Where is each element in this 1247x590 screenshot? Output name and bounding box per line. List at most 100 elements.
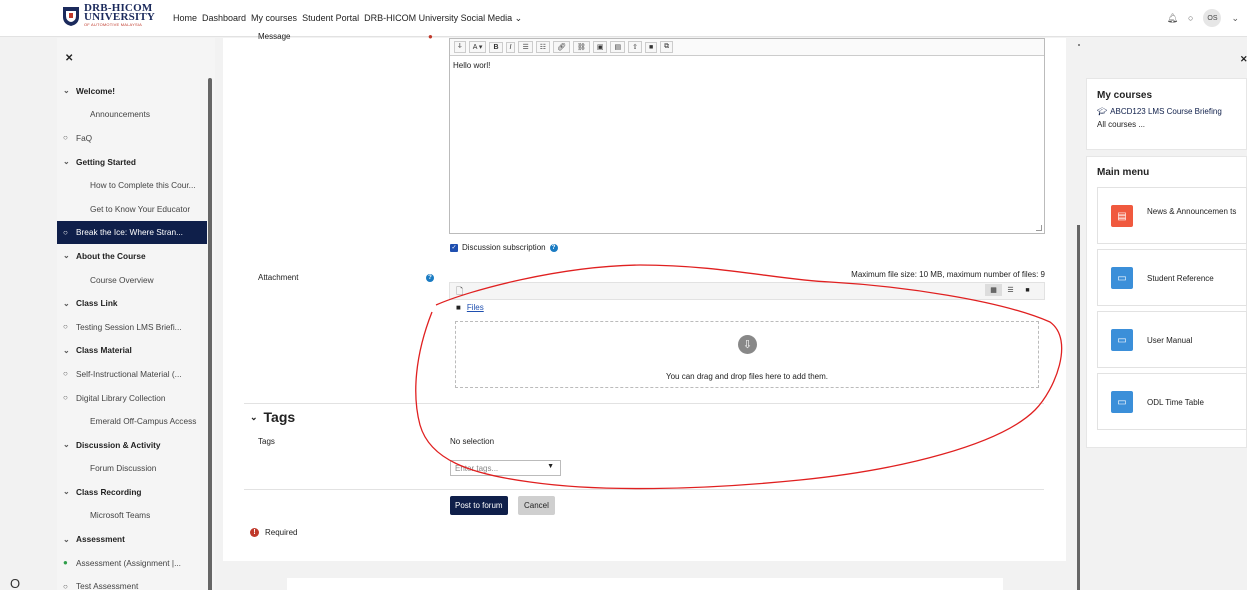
file-dropzone[interactable]: ⇩ You can drag and drop files here to ad…	[455, 321, 1039, 388]
course-item-label: How to Complete this Cour...	[90, 180, 196, 191]
font-color-icon[interactable]: A ▾	[468, 41, 487, 53]
course-activity-item[interactable]: ○ Testing Session LMS Briefi...	[57, 315, 207, 339]
italic-icon[interactable]: I	[505, 41, 516, 53]
subscription-checkbox[interactable]: ✓	[450, 243, 458, 252]
editor-resize-handle[interactable]	[1036, 225, 1042, 231]
filepicker-toolbar	[449, 282, 1045, 300]
files-link[interactable]: Files	[467, 303, 484, 312]
course-section-header[interactable]: ⌄ Welcome!	[57, 79, 207, 103]
drawer-scrollbar[interactable]	[208, 78, 212, 590]
bell-icon[interactable]: 🔔︎	[1167, 13, 1178, 24]
course-activity-item[interactable]: Announcements	[57, 103, 207, 127]
folder-icon: ▭	[1111, 391, 1133, 413]
main-menu-title: Main menu	[1097, 167, 1150, 178]
attachment-help-icon[interactable]: ?	[426, 274, 434, 282]
upload-icon[interactable]: ⇧	[628, 41, 642, 53]
nav-social-media[interactable]: DRB-HICOM University Social Media ⌄	[364, 13, 522, 24]
attachment-label: Attachment	[258, 273, 299, 282]
course-section-header[interactable]: ⌄ Getting Started	[57, 150, 207, 174]
close-drawer-icon[interactable]: ✕	[65, 53, 73, 64]
chat-icon[interactable]: ○	[1188, 13, 1193, 23]
help-icon[interactable]: ?	[549, 243, 558, 252]
message-label: Message	[258, 32, 291, 41]
course-item-label: Testing Session LMS Briefi...	[76, 321, 182, 332]
bold-icon[interactable]: B	[489, 41, 503, 53]
close-drawer-icon[interactable]: ✕	[1240, 54, 1247, 65]
numbered-list-icon[interactable]: ☷	[535, 41, 551, 53]
course-activity-item[interactable]: ○ Self-Instructional Material (...	[57, 362, 207, 386]
paragraph-icon[interactable]: ↆ	[454, 41, 466, 53]
course-activity-item[interactable]: Forum Discussion	[57, 457, 207, 481]
link-icon[interactable]: 🔗︎	[553, 41, 570, 53]
course-section-header[interactable]: ⌄ Discussion & Activity	[57, 433, 207, 457]
course-item-label: Class Link	[76, 298, 118, 309]
course-section-header[interactable]: ⌄ Class Link	[57, 291, 207, 315]
menu-tile-user-manual[interactable]: ▭ User Manual	[1097, 311, 1247, 368]
course-activity-item[interactable]: ○ FaQ	[57, 126, 207, 150]
nav-social-media-label: DRB-HICOM University Social Media	[364, 13, 513, 23]
scroll-indicator	[1078, 44, 1080, 46]
list-view-icon[interactable]: ☰	[1002, 284, 1019, 296]
menu-tile-label: User Manual	[1147, 336, 1193, 345]
folder-icon: ■	[456, 303, 461, 312]
course-section-header[interactable]: ⌄ Class Recording	[57, 480, 207, 504]
course-section-header[interactable]: ⌄ Assessment	[57, 527, 207, 551]
course-link[interactable]: 🎓︎ ABCD123 LMS Course Briefing	[1087, 105, 1246, 118]
logo-line-2: UNIVERSITY	[84, 11, 156, 23]
user-avatar[interactable]: OS	[1203, 9, 1222, 27]
tags-input[interactable]: Enter tags... ▼	[450, 460, 561, 476]
page-scrollbar[interactable]	[1077, 225, 1080, 590]
subscription-row: ✓ Discussion subscription ?	[450, 243, 558, 252]
chevron-down-icon[interactable]: ⌄	[1231, 13, 1239, 24]
caret-down-icon[interactable]: ▼	[547, 463, 554, 470]
image-icon[interactable]: ▣	[592, 41, 608, 53]
copy-icon[interactable]: ⧉	[660, 41, 674, 53]
course-activity-item[interactable]: Microsoft Teams	[57, 504, 207, 528]
media-icon[interactable]: ▤	[610, 41, 626, 53]
chevron-down-icon: ⌄	[514, 13, 523, 23]
tree-view-icon[interactable]: ■	[1019, 284, 1036, 296]
bullet-list-icon[interactable]: ☰	[518, 41, 533, 53]
files-breadcrumb[interactable]: ■ Files	[456, 303, 484, 312]
message-editor[interactable]: ↆ A ▾ B I ☰ ☷ 🔗︎ ⛓︎ ▣ ▤ ⇧ ■ ⧉ Hello worl…	[449, 38, 1045, 234]
message-text[interactable]: Hello worl!	[450, 56, 1044, 75]
nav-home[interactable]: Home	[173, 13, 197, 24]
grid-view-icon[interactable]: ▦	[985, 284, 1002, 296]
post-to-forum-button[interactable]: Post to forum	[450, 496, 508, 515]
course-activity-item[interactable]: ○ Test Assessment	[57, 574, 207, 590]
menu-tile-odl-timetable[interactable]: ▭ ODL Time Table	[1097, 373, 1247, 430]
all-courses-link[interactable]: All courses ...	[1087, 118, 1246, 131]
course-section-header[interactable]: ⌄ Class Material	[57, 339, 207, 363]
menu-tile-news[interactable]: ▤ News & Announcemen ts	[1097, 187, 1247, 244]
course-activity-item[interactable]: ○ Digital Library Collection	[57, 386, 207, 410]
chevron-down-icon: ⌄	[63, 251, 70, 261]
bottom-glyph: O	[10, 576, 21, 590]
circle-icon: ○	[63, 227, 68, 237]
top-navbar: DRB-HICOM UNIVERSITY OF AUTOMOTIVE MALAY…	[0, 0, 1247, 37]
section-divider	[244, 489, 1044, 490]
cancel-button[interactable]: Cancel	[518, 496, 555, 515]
menu-tile-student-reference[interactable]: ▭ Student Reference	[1097, 249, 1247, 306]
unlink-icon[interactable]: ⛓︎	[572, 41, 590, 53]
folder-icon: ▭	[1111, 329, 1133, 351]
course-activity-item[interactable]: Get to Know Your Educator	[57, 197, 207, 221]
add-file-icon[interactable]: 🗋︎	[456, 284, 463, 300]
course-activity-item[interactable]: How to Complete this Cour...	[57, 173, 207, 197]
tags-section-header[interactable]: ⌄ Tags	[250, 409, 295, 425]
menu-tile-label: News & Announcemen ts	[1147, 207, 1237, 216]
course-section-header[interactable]: ⌄ About the Course	[57, 244, 207, 268]
course-item-label: Discussion & Activity	[76, 439, 161, 450]
nav-my-courses[interactable]: My courses	[251, 13, 297, 24]
chevron-down-icon: ⌄	[63, 157, 70, 167]
course-activity-item[interactable]: Course Overview	[57, 268, 207, 292]
course-activity-item[interactable]: ○ Break the Ice: Where Stran...	[57, 220, 207, 245]
circle-icon: ○	[63, 581, 68, 590]
nav-dashboard[interactable]: Dashboard	[202, 13, 246, 24]
course-activity-item[interactable]: Emerald Off-Campus Access	[57, 409, 207, 433]
course-item-label: Course Overview	[90, 274, 154, 285]
nav-student-portal[interactable]: Student Portal	[302, 13, 359, 24]
chevron-down-icon: ⌄	[63, 345, 70, 355]
course-activity-item[interactable]: ● Assessment (Assignment |...	[57, 551, 207, 575]
video-icon[interactable]: ■	[644, 41, 658, 53]
university-logo[interactable]: DRB-HICOM UNIVERSITY OF AUTOMOTIVE MALAY…	[62, 3, 156, 27]
